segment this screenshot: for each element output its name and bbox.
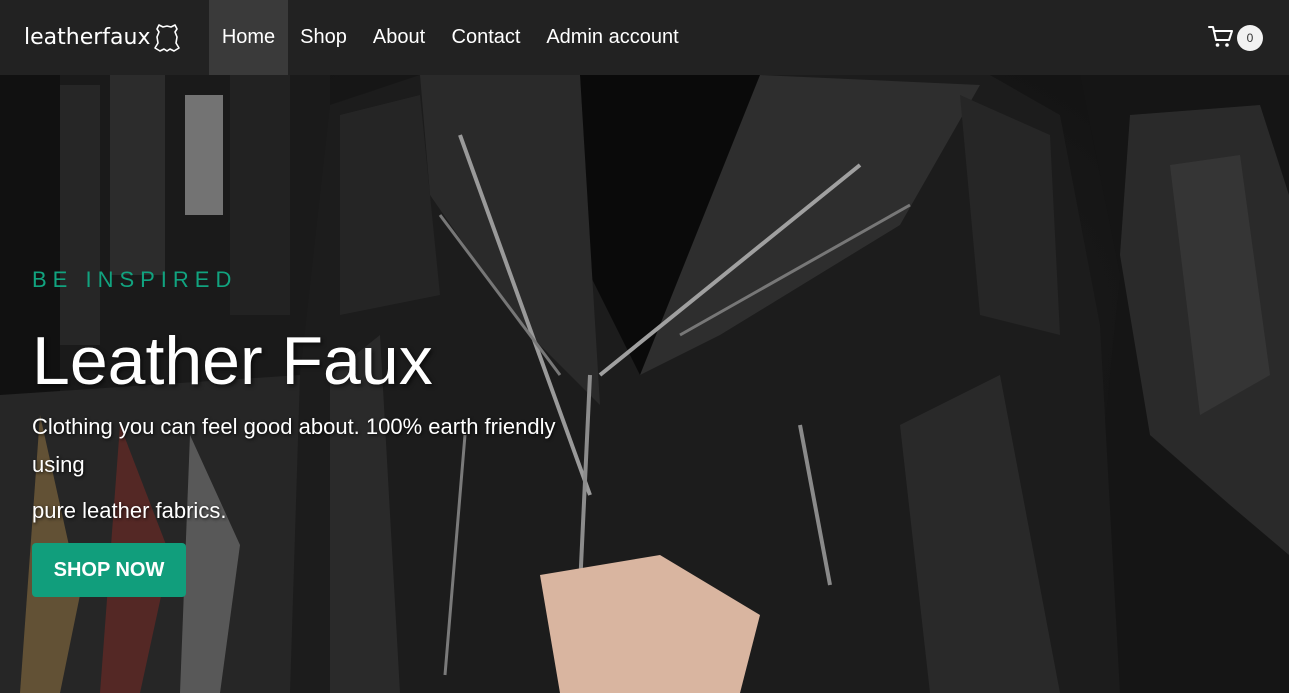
- hero-subtitle-line2: pure leather fabrics.: [32, 498, 227, 523]
- cart-icon: [1208, 26, 1233, 47]
- nav-shop[interactable]: Shop: [288, 0, 359, 75]
- hero-subtitle-line1: Clothing you can feel good about. 100% e…: [32, 414, 556, 477]
- cart-button[interactable]: 0: [1208, 22, 1268, 52]
- cart-count-badge: 0: [1237, 25, 1263, 51]
- brand-logo-link[interactable]: leatherfaux: [24, 0, 181, 75]
- nav-contact[interactable]: Contact: [439, 0, 533, 75]
- hero-title: Leather Faux: [32, 323, 433, 399]
- nav-about[interactable]: About: [359, 0, 439, 75]
- shop-now-button[interactable]: SHOP NOW: [32, 543, 186, 597]
- nav-home[interactable]: Home: [209, 0, 288, 75]
- leather-hide-icon: [154, 23, 181, 52]
- nav-admin-account[interactable]: Admin account: [533, 0, 692, 75]
- hero-banner: BE INSPIRED Leather Faux Clothing you ca…: [0, 75, 1289, 693]
- hero-eyebrow: BE INSPIRED: [32, 267, 238, 292]
- top-navbar: leatherfaux Home Shop About Contact Admi…: [0, 0, 1289, 75]
- brand-name: leatherfaux: [24, 25, 151, 50]
